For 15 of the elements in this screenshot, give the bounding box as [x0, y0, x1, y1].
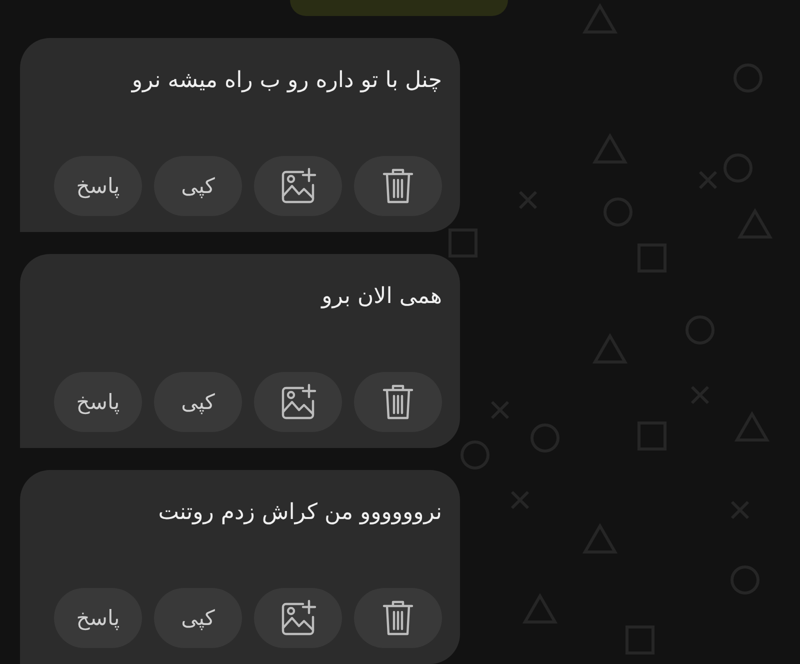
message-text: چنل با تو داره رو ب راه میشه نرو	[130, 67, 442, 95]
action-button[interactable]: کپی	[154, 588, 242, 648]
action-button[interactable]: پاسخ	[54, 372, 142, 432]
add-image-icon	[279, 167, 317, 205]
add-image-icon	[279, 383, 317, 421]
action-button[interactable]: پاسخ	[54, 156, 142, 216]
trash-icon	[381, 599, 415, 637]
action-button[interactable]: کپی	[154, 156, 242, 216]
message-text: همی الان برو	[320, 283, 442, 311]
trash-icon	[381, 383, 415, 421]
action-button[interactable]: پاسخ	[54, 588, 142, 648]
action-button[interactable]: کپی	[154, 372, 242, 432]
trash-icon	[381, 167, 415, 205]
message-text: نروووووو من کراش زدم روتنت	[157, 499, 442, 527]
add-image-icon	[279, 599, 317, 637]
